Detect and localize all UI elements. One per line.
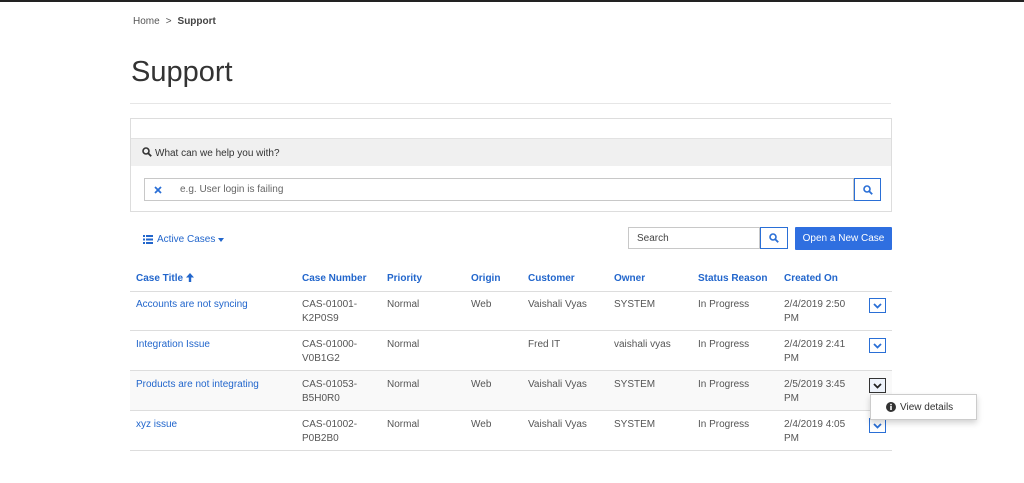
search-icon	[142, 147, 152, 157]
case-status: In Progress	[698, 379, 750, 390]
case-origin: Web	[471, 419, 492, 430]
case-created-on: 2/4/2019 4:05 PM	[784, 419, 846, 444]
row-action-menu-view-details[interactable]: View details	[870, 394, 977, 420]
case-customer: Vaishali Vyas	[528, 299, 587, 310]
search-icon	[862, 184, 873, 195]
knowledge-search-question: What can we help you with?	[142, 147, 280, 159]
case-created-on: 2/4/2019 2:50 PM	[784, 299, 846, 324]
view-selector-label: Active Cases	[157, 234, 216, 245]
case-created-on: 2/4/2019 2:41 PM	[784, 339, 846, 364]
table-row: Integration Issue CAS-01000-V0B1G2 Norma…	[130, 331, 892, 371]
case-origin: Web	[471, 379, 492, 390]
column-header-owner[interactable]: Owner	[614, 273, 645, 284]
table-row: Accounts are not syncing CAS-01001-K2P0S…	[130, 291, 892, 331]
case-number: CAS-01000-V0B1G2	[302, 339, 358, 364]
title-divider	[130, 103, 891, 104]
column-header-customer[interactable]: Customer	[528, 273, 575, 284]
case-title-link[interactable]: Products are not integrating	[136, 378, 259, 392]
breadcrumb-home[interactable]: Home	[133, 16, 160, 27]
arrow-up-icon	[186, 273, 195, 282]
case-number: CAS-01001-K2P0S9	[302, 299, 358, 324]
page-title: Support	[131, 56, 233, 88]
case-priority: Normal	[387, 339, 420, 350]
breadcrumb-separator: >	[165, 16, 172, 27]
column-header-case-number[interactable]: Case Number	[302, 273, 366, 284]
search-icon	[769, 233, 779, 243]
column-header-case-title[interactable]: Case Title	[136, 273, 195, 284]
case-customer: Fred IT	[528, 339, 561, 350]
row-actions-button[interactable]	[869, 298, 886, 313]
case-owner: SYSTEM	[614, 379, 656, 390]
case-status: In Progress	[698, 339, 750, 350]
table-row: Products are not integrating CAS-01053-B…	[130, 371, 892, 411]
grid-search-button[interactable]	[760, 227, 788, 249]
knowledge-search-panel: What can we help you with?	[130, 118, 892, 212]
list-icon	[143, 235, 153, 244]
caret-down-icon	[218, 237, 225, 242]
knowledge-search-button[interactable]	[854, 178, 881, 201]
case-owner: vaishali vyas	[614, 339, 671, 350]
case-status: In Progress	[698, 419, 750, 430]
knowledge-search-input[interactable]	[170, 178, 854, 201]
open-new-case-button[interactable]: Open a New Case	[795, 227, 892, 250]
case-origin: Web	[471, 299, 492, 310]
view-details-label: View details	[900, 401, 954, 413]
grid-search-input[interactable]	[628, 227, 760, 249]
breadcrumb: Home > Support	[133, 16, 216, 27]
close-icon	[153, 185, 162, 194]
case-customer: Vaishali Vyas	[528, 379, 587, 390]
column-header-label: Case Title	[136, 273, 184, 284]
column-header-created-on[interactable]: Created On	[784, 273, 838, 284]
case-priority: Normal	[387, 379, 420, 390]
clear-search-button[interactable]	[144, 178, 171, 201]
column-header-status-reason[interactable]: Status Reason	[698, 273, 767, 284]
info-circle-icon	[886, 402, 896, 412]
chevron-down-icon	[873, 342, 882, 349]
row-actions-button[interactable]	[869, 418, 886, 433]
chevron-down-icon	[873, 382, 882, 389]
knowledge-search-header: What can we help you with?	[131, 138, 891, 166]
column-header-priority[interactable]: Priority	[387, 273, 422, 284]
column-header-origin[interactable]: Origin	[471, 273, 500, 284]
case-title-link[interactable]: Integration Issue	[136, 338, 210, 352]
case-title-link[interactable]: Accounts are not syncing	[136, 298, 248, 312]
case-owner: SYSTEM	[614, 299, 656, 310]
case-created-on: 2/5/2019 3:45 PM	[784, 379, 846, 404]
case-status: In Progress	[698, 299, 750, 310]
row-actions-button[interactable]	[869, 338, 886, 353]
case-owner: SYSTEM	[614, 419, 656, 430]
case-number: CAS-01053-B5H0R0	[302, 379, 358, 404]
view-selector[interactable]: Active Cases	[143, 234, 225, 245]
row-actions-button[interactable]	[869, 378, 886, 393]
chevron-down-icon	[873, 302, 882, 309]
case-priority: Normal	[387, 419, 420, 430]
breadcrumb-current: Support	[177, 16, 216, 27]
top-border	[0, 0, 1024, 2]
chevron-down-icon	[873, 422, 882, 429]
case-priority: Normal	[387, 299, 420, 310]
table-row: xyz issue CAS-01002-P0B2B0 Normal Web Va…	[130, 411, 892, 451]
knowledge-search-question-text: What can we help you with?	[155, 148, 280, 159]
case-customer: Vaishali Vyas	[528, 419, 587, 430]
case-title-link[interactable]: xyz issue	[136, 418, 177, 432]
case-number: CAS-01002-P0B2B0	[302, 419, 358, 444]
